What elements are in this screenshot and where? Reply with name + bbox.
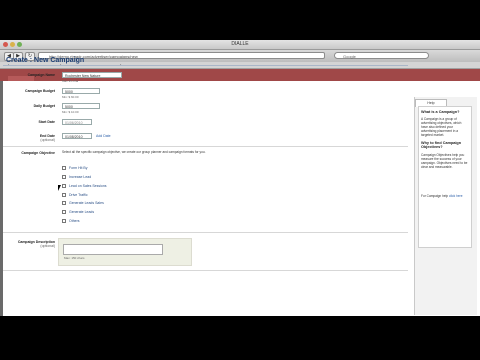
objective-option-label: Generate Leads Sales xyxy=(69,201,104,205)
objective-option-label: Increase Lead xyxy=(69,175,92,179)
objective-checkbox[interactable] xyxy=(62,166,66,170)
campaign-name-label: Campaign Name xyxy=(27,73,55,77)
help-footer: For Campaign help click here xyxy=(421,194,469,198)
objective-option-label: Drive Traffic xyxy=(69,193,88,197)
campaign-budget-field[interactable]: 5000 xyxy=(62,88,100,94)
campaign-name-field[interactable]: Rochester New Nature xyxy=(62,72,122,78)
end-date-optional: (optional) xyxy=(40,138,55,142)
browser-window: DIALLE ◀ ▶ ↻ http://demo.rtmadr.com/adve… xyxy=(0,40,480,316)
search-placeholder: Google xyxy=(343,54,356,59)
start-date-field[interactable]: 01/06/2010 xyxy=(62,119,92,125)
window-title: DIALLE xyxy=(231,41,249,47)
daily-budget-hint: Min: $ 10.00 xyxy=(62,110,79,114)
objective-checkbox[interactable] xyxy=(62,210,66,214)
campaign-budget-label: Campaign Budget xyxy=(25,89,55,93)
end-date-field[interactable]: 01/08/2010 xyxy=(62,133,92,139)
objective-checkbox[interactable] xyxy=(62,201,66,205)
help-heading-objectives: Why to find Campaign Objectives? xyxy=(421,141,462,149)
objective-option-label: Generate Leads xyxy=(69,210,95,214)
objective-checkbox[interactable] xyxy=(62,193,66,197)
search-input[interactable]: Google xyxy=(334,52,429,59)
objective-option-label: Others xyxy=(69,219,80,223)
campaign-objective-intro: Select all the specific campaign objecti… xyxy=(62,150,206,154)
objective-option-label: Form Hit By xyxy=(69,166,88,170)
campaign-name-hint: Max 35 char xyxy=(62,79,79,83)
section-divider xyxy=(3,270,408,271)
objective-checkbox[interactable] xyxy=(62,175,66,179)
window-titlebar: DIALLE xyxy=(0,40,480,50)
campaign-description-optional: (optional) xyxy=(40,244,55,248)
section-divider xyxy=(3,232,408,233)
page-title: Create : New Campaign xyxy=(6,57,85,64)
objective-option-label: Lead on Sales Sessions xyxy=(69,184,107,188)
add-date-link[interactable]: Add Date xyxy=(96,134,111,138)
section-divider xyxy=(3,146,408,147)
end-date-label: End Date (optional) xyxy=(5,134,55,142)
help-text-campaign: A Campaign is a group of advertising obj… xyxy=(421,117,462,137)
help-text-objectives: Campaign Objectives help you measure the… xyxy=(421,153,468,169)
campaign-description-label: Campaign Description (optional) xyxy=(5,240,55,248)
left-edge xyxy=(0,81,3,316)
help-footer-link[interactable]: click here xyxy=(449,194,462,198)
mouse-cursor-icon xyxy=(58,185,61,191)
campaign-description-box: Max: 150 chars xyxy=(58,238,192,266)
objective-checkbox[interactable] xyxy=(62,184,66,188)
objective-checkbox[interactable] xyxy=(62,219,66,223)
campaign-description-hint: Max: 150 chars xyxy=(64,256,85,260)
daily-budget-label: Daily Budget xyxy=(33,104,55,108)
help-footer-text: For Campaign help xyxy=(421,194,449,198)
campaign-budget-hint: Min: $ 60.00 xyxy=(62,95,79,99)
start-date-label: Start Date xyxy=(38,120,55,124)
campaign-description-field[interactable] xyxy=(63,244,163,255)
help-heading-campaign: What is a Campaign? xyxy=(421,110,460,114)
daily-budget-field[interactable]: 5000 xyxy=(62,103,100,109)
title-divider xyxy=(3,65,408,66)
campaign-objective-label: Campaign Objective xyxy=(21,151,55,155)
